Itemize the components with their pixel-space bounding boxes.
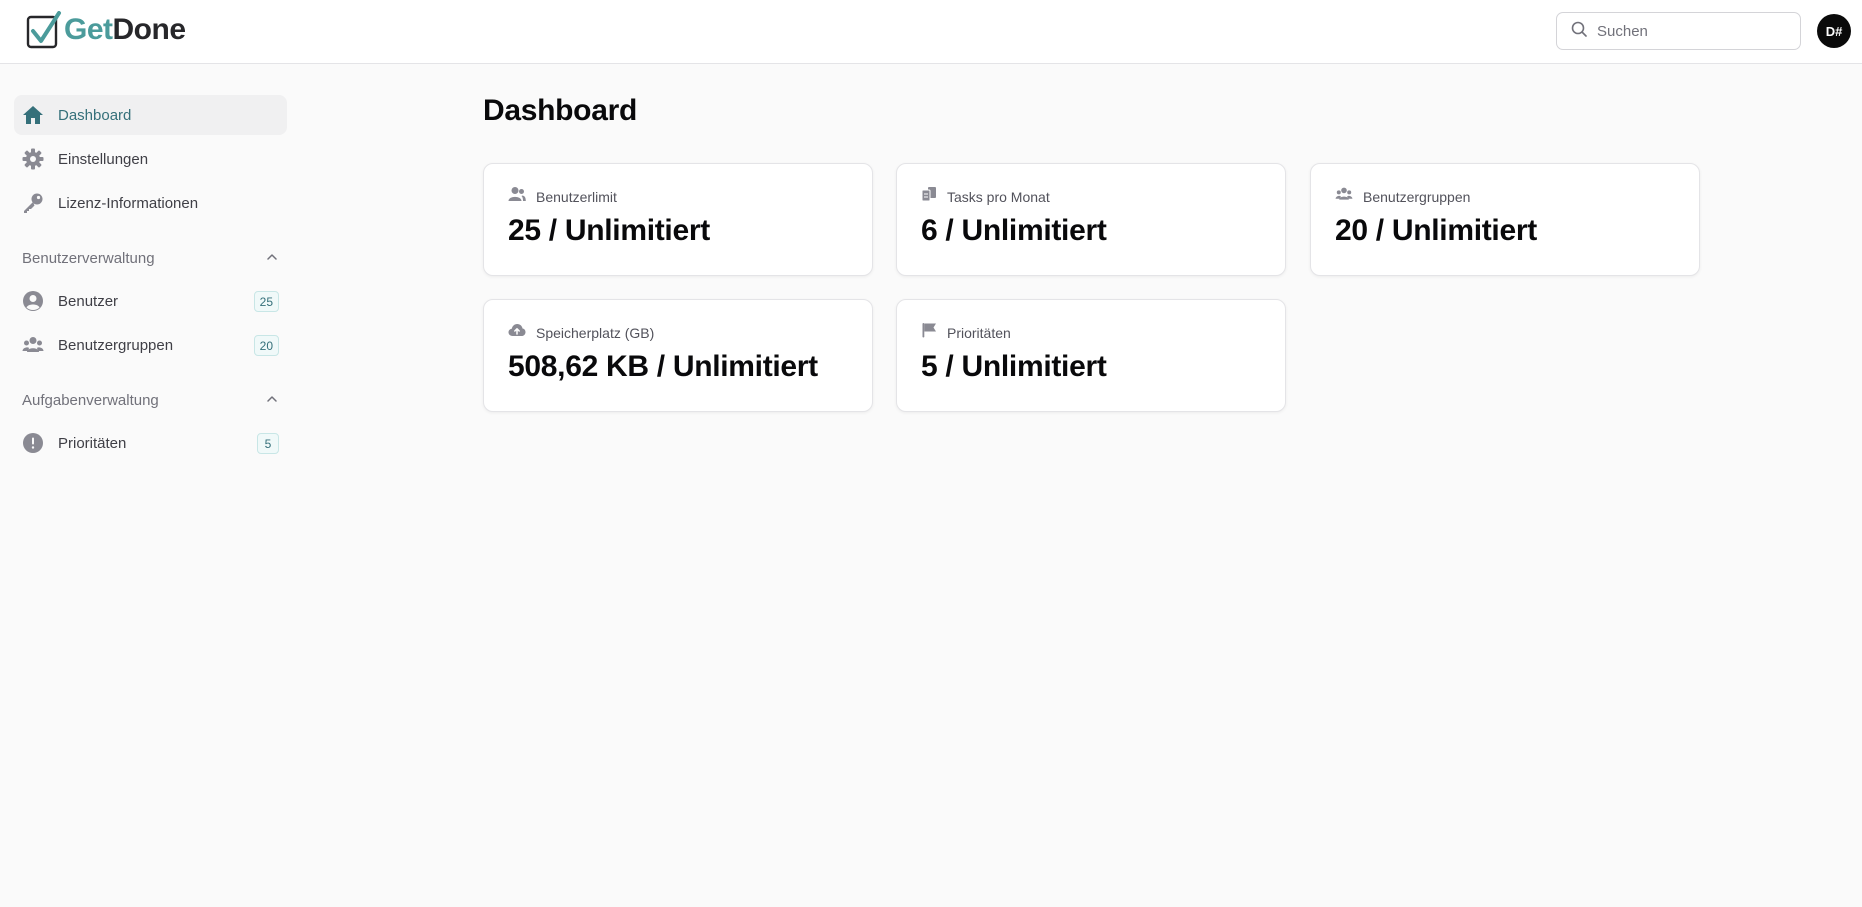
user-group-icon — [508, 186, 526, 207]
sidebar-item-label: Lizenz-Informationen — [58, 194, 199, 212]
stat-card-benutzergruppen: Benutzergruppen 20 / Unlimitiert — [1310, 163, 1700, 276]
checkbox-logo-icon — [26, 11, 62, 49]
sidebar-item-prioritaeten[interactable]: Prioritäten 5 — [14, 423, 287, 463]
page-title: Dashboard — [483, 94, 637, 127]
flag-icon — [921, 322, 937, 343]
card-label: Prioritäten — [947, 324, 1011, 341]
stat-card-speicherplatz: Speicherplatz (GB) 508,62 KB / Unlimitie… — [483, 299, 873, 412]
card-value: 20 / Unlimitiert — [1335, 214, 1537, 247]
section-benutzerverwaltung[interactable]: Benutzerverwaltung — [14, 245, 287, 271]
sidebar-item-lizenz-informationen[interactable]: Lizenz-Informationen — [14, 183, 287, 223]
chevron-up-icon — [265, 250, 279, 269]
sidebar-item-dashboard[interactable]: Dashboard — [14, 95, 287, 135]
card-value: 25 / Unlimitiert — [508, 214, 710, 247]
sidebar-item-label: Dashboard — [58, 106, 132, 124]
count-badge: 20 — [253, 335, 279, 356]
stat-card-benutzerlimit: Benutzerlimit 25 / Unlimitiert — [483, 163, 873, 276]
cloud-upload-icon — [508, 322, 526, 343]
card-label: Benutzergruppen — [1363, 188, 1471, 205]
sidebar-item-einstellungen[interactable]: Einstellungen — [14, 139, 287, 179]
gear-icon — [22, 148, 44, 170]
search-box[interactable] — [1556, 12, 1801, 50]
card-value: 5 / Unlimitiert — [921, 350, 1107, 383]
logo-text-done: Done — [112, 13, 187, 46]
exclamation-circle-icon — [22, 432, 44, 454]
user-avatar[interactable]: D# — [1817, 14, 1851, 48]
sidebar: Dashboard Einstellungen Lizenz-Informati… — [14, 95, 287, 467]
count-badge: 25 — [253, 291, 279, 312]
card-label: Tasks pro Monat — [947, 188, 1050, 205]
users-icon — [1335, 186, 1353, 207]
logo-text-get: Get — [64, 13, 113, 46]
stat-card-tasks-pro-monat: Tasks pro Monat 6 / Unlimitiert — [896, 163, 1286, 276]
sidebar-item-label: Einstellungen — [58, 150, 149, 168]
chevron-up-icon — [265, 392, 279, 411]
search-icon — [1571, 21, 1587, 42]
sidebar-item-benutzer[interactable]: Benutzer 25 — [14, 281, 287, 321]
sidebar-item-label: Benutzer — [58, 292, 119, 310]
card-value: 508,62 KB / Unlimitiert — [508, 350, 818, 383]
users-icon — [22, 334, 44, 356]
card-label: Benutzerlimit — [536, 188, 617, 205]
stat-card-prioritaeten: Prioritäten 5 / Unlimitiert — [896, 299, 1286, 412]
top-bar: GetDone D# — [0, 0, 1862, 64]
section-title: Aufgabenverwaltung — [22, 391, 159, 409]
card-value: 6 / Unlimitiert — [921, 214, 1107, 247]
card-label: Speicherplatz (GB) — [536, 324, 655, 341]
sidebar-item-label: Benutzergruppen — [58, 336, 174, 354]
user-circle-icon — [22, 290, 44, 312]
sidebar-item-benutzergruppen[interactable]: Benutzergruppen 20 — [14, 325, 287, 365]
sidebar-item-label: Prioritäten — [58, 434, 127, 452]
home-icon — [22, 104, 44, 126]
app-logo[interactable]: GetDone — [26, 10, 186, 50]
count-badge: 5 — [257, 433, 279, 454]
section-aufgabenverwaltung[interactable]: Aufgabenverwaltung — [14, 387, 287, 413]
section-title: Benutzerverwaltung — [22, 249, 155, 267]
key-icon — [22, 192, 44, 214]
tasks-icon — [921, 186, 937, 207]
search-input[interactable] — [1597, 22, 1787, 40]
